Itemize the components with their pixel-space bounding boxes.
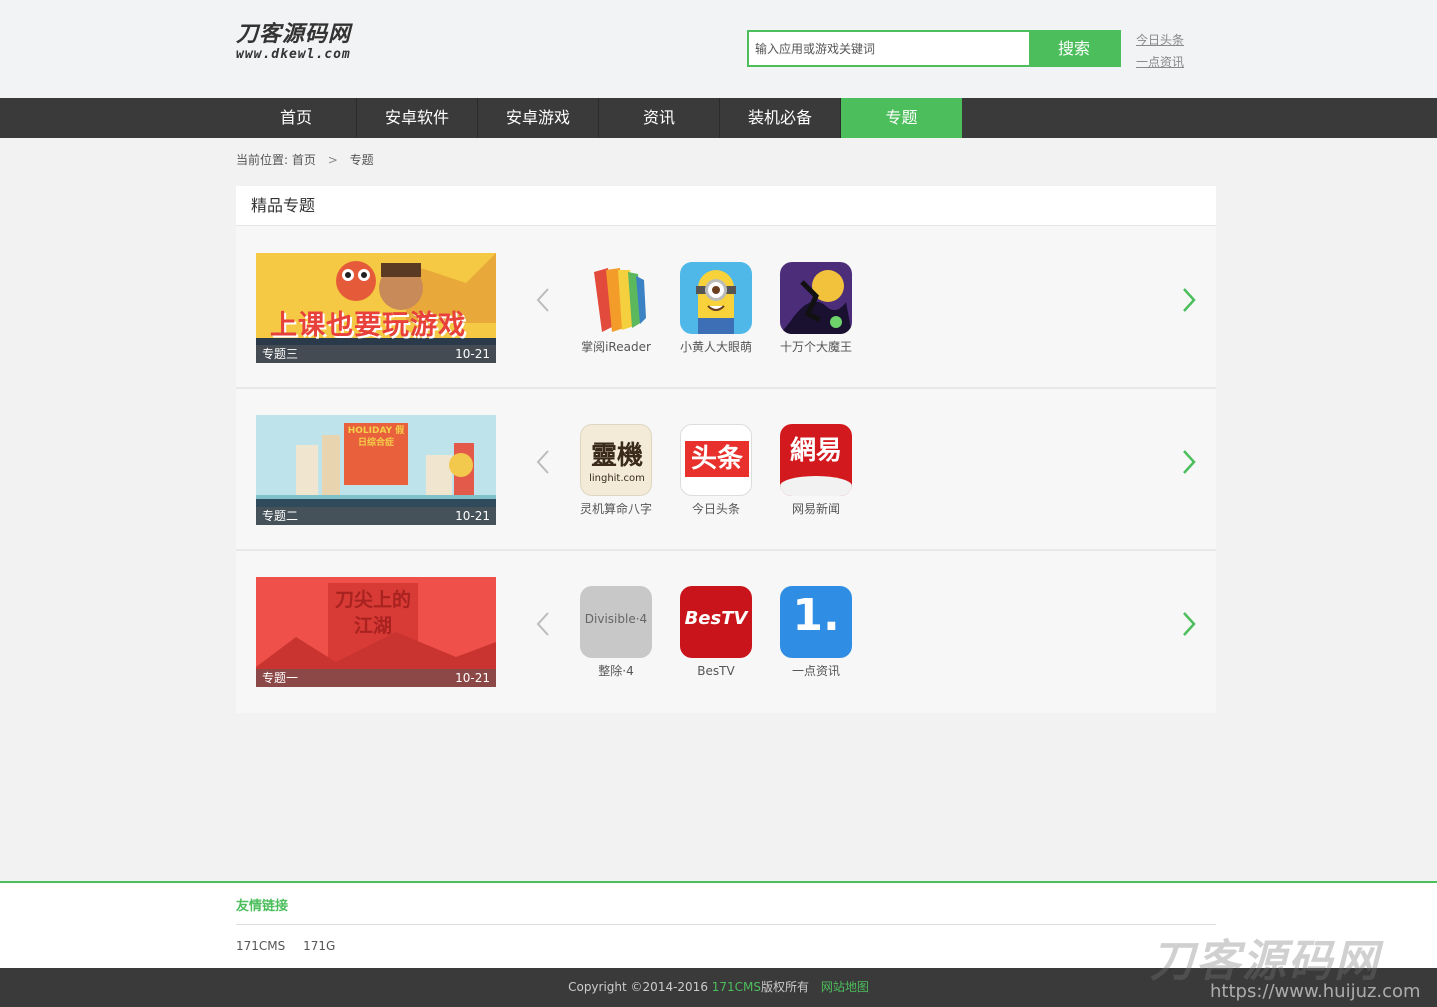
breadcrumb-home[interactable]: 首页 [292,153,316,167]
prev-arrow-icon[interactable] [534,609,554,639]
banner-text: HOLIDAY 假日综合症 [347,426,405,448]
breadcrumb-prefix: 当前位置: [236,153,289,167]
search-button[interactable]: 搜索 [1029,32,1119,65]
breadcrumb: 当前位置: 首页 > 专题 [236,152,374,168]
divisible-icon: Divisible·4 [580,586,652,658]
app-list: 掌阅iReader 小黄人大眼萌 十万个大魔王 [566,262,866,355]
main-nav: 首页 安卓软件 安卓游戏 资讯 装机必备 专题 [0,98,1437,138]
app-name: 灵机算命八字 [579,502,652,516]
friend-links-list: 171CMS 171G [236,939,349,953]
netease-icon-text: 網易 [789,436,842,466]
toutiao-icon-text: 头条 [690,444,743,474]
topic-row: HOLIDAY 假日综合症 专题二 10-21 靈機 linghit.com 灵… [236,389,1216,551]
app-name: 网易新闻 [791,502,840,516]
topic-banner[interactable]: HOLIDAY 假日综合症 专题二 10-21 [256,415,496,525]
app-item[interactable]: 網易 网易新闻 [766,424,866,517]
app-name: 十万个大魔王 [779,340,852,354]
app-list: 靈機 linghit.com 灵机算命八字 头条 今日头条 網易 网易新闻 [566,424,866,517]
hot-link-toutiao[interactable]: 今日头条 [1136,29,1206,51]
divisible-icon-text: Divisible·4 [584,612,648,626]
search-input[interactable] [749,32,1031,65]
bestv-icon-text: BesTV [684,608,748,629]
app-name: 掌阅iReader [581,340,651,354]
linghit-icon-text: 靈機 [590,441,643,471]
banner-caption: 专题二 10-21 [256,507,496,525]
app-item[interactable]: 掌阅iReader [566,262,666,355]
prev-arrow-icon[interactable] [534,447,554,477]
header: 刀客源码网 www.dkewl.com 搜索 今日头条 一点资讯 [0,0,1437,98]
topic-date: 10-21 [455,509,490,523]
yidian-icon-text: 1. [792,590,840,641]
section-title: 精品专题 [236,186,1216,226]
nav-android-games[interactable]: 安卓游戏 [478,98,599,138]
app-item[interactable]: Divisible·4 整除·4 [566,586,666,679]
app-item[interactable]: BesTV BesTV [666,586,766,679]
logo-url: www.dkewl.com [236,47,351,62]
topic-name: 专题三 [262,347,299,361]
ireader-icon [580,262,652,334]
next-arrow-icon[interactable] [1178,285,1198,315]
linghit-icon-sub: linghit.com [589,473,645,484]
minion-icon [680,262,752,334]
app-name: 整除·4 [598,664,634,678]
friend-link[interactable]: 171G [303,939,335,953]
banner-text: 刀尖上的江湖 [334,589,411,637]
watermark-url: https://www.huijuz.com [1210,981,1421,1002]
app-item[interactable]: 靈機 linghit.com 灵机算命八字 [566,424,666,517]
topic-name: 专题一 [262,671,299,685]
hot-link-yidian[interactable]: 一点资讯 [1136,51,1206,73]
footer-brand[interactable]: 171CMS [712,980,761,994]
yidian-icon: 1. [780,586,852,658]
next-arrow-icon[interactable] [1178,609,1198,639]
watermark: 刀客源码网 [1150,936,1380,987]
app-item[interactable]: 1. 一点资讯 [766,586,866,679]
friend-link[interactable]: 171CMS [236,939,285,953]
banner-caption: 专题三 10-21 [256,345,496,363]
topic-date: 10-21 [455,347,490,361]
app-name: 小黄人大眼萌 [679,340,752,354]
app-name: 一点资讯 [791,664,840,678]
demon-king-icon [780,262,852,334]
netease-icon: 網易 [780,424,852,496]
prev-arrow-icon[interactable] [534,285,554,315]
nav-home[interactable]: 首页 [236,98,357,138]
topics-panel: 精品专题 上课也要玩游戏 专题三 10-21 掌阅iReader 小黄人大眼萌 … [236,186,1216,713]
divider [236,924,1216,925]
logo-title: 刀客源码网 [236,22,352,47]
bestv-icon: BesTV [680,586,752,658]
breadcrumb-current: 专题 [349,153,374,167]
topic-name: 专题二 [262,509,299,523]
footer-rights: 版权所有 [761,980,810,994]
topic-row: 上课也要玩游戏 专题三 10-21 掌阅iReader 小黄人大眼萌 十万个大魔… [236,227,1216,389]
banner-caption: 专题一 10-21 [256,669,496,687]
linghit-icon: 靈機 linghit.com [580,424,652,496]
toutiao-icon: 头条 [680,424,752,496]
topic-date: 10-21 [455,671,490,685]
app-name: 今日头条 [691,502,740,516]
banner-text: 上课也要玩游戏 [270,310,466,341]
topic-banner[interactable]: 上课也要玩游戏 专题三 10-21 [256,253,496,363]
app-name: BesTV [697,664,735,678]
hot-links: 今日头条 一点资讯 [1136,29,1206,73]
next-arrow-icon[interactable] [1178,447,1198,477]
nav-news[interactable]: 资讯 [599,98,720,138]
nav-topics[interactable]: 专题 [841,98,962,138]
app-item[interactable]: 小黄人大眼萌 [666,262,766,355]
topic-banner[interactable]: 刀尖上的江湖 专题一 10-21 [256,577,496,687]
app-item[interactable]: 头条 今日头条 [666,424,766,517]
site-logo[interactable]: 刀客源码网 www.dkewl.com [236,22,386,66]
copyright-text: Copyright ©2014-2016 [568,980,712,994]
breadcrumb-separator: > [327,153,338,167]
friend-links-title: 友情链接 [236,899,289,914]
app-list: Divisible·4 整除·4 BesTV BesTV 1. 一点资讯 [566,586,866,679]
nav-android-software[interactable]: 安卓软件 [357,98,478,138]
app-item[interactable]: 十万个大魔王 [766,262,866,355]
search-box: 搜索 [747,30,1121,67]
nav-essentials[interactable]: 装机必备 [720,98,841,138]
sitemap-link[interactable]: 网站地图 [821,980,869,994]
topic-row: 刀尖上的江湖 专题一 10-21 Divisible·4 整除·4 BesTV … [236,551,1216,713]
